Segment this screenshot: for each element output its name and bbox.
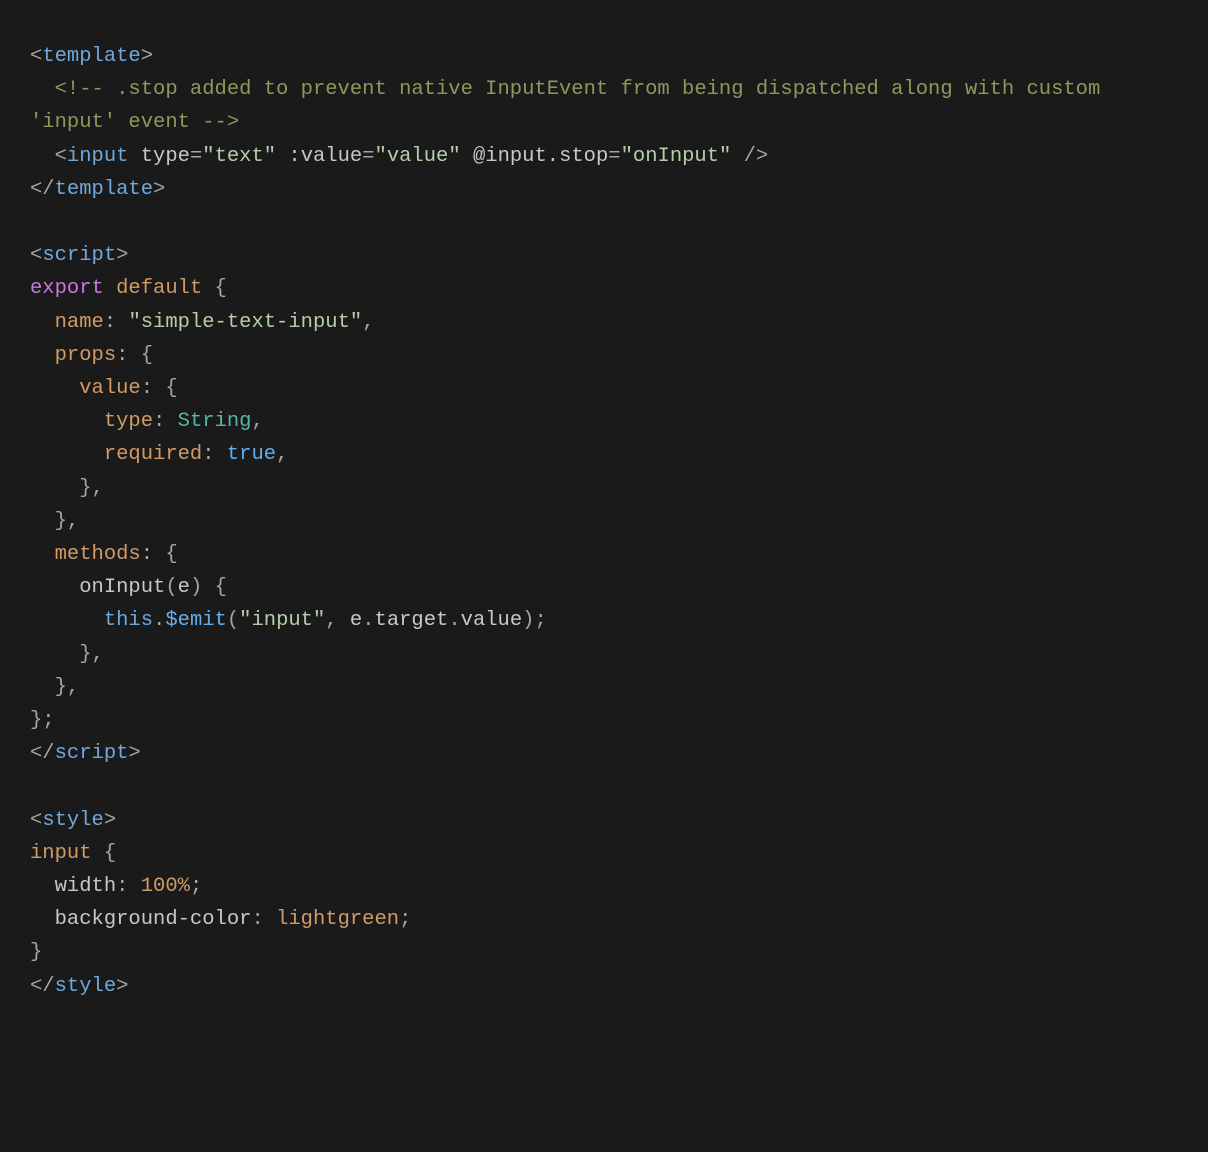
- angle-open-close: </: [30, 742, 55, 765]
- dot: .: [362, 609, 374, 632]
- brace-close: }: [30, 941, 42, 964]
- angle-open: <: [30, 45, 42, 68]
- brace-open: {: [92, 842, 117, 865]
- angle-close: >: [128, 742, 140, 765]
- code-content: <template> <!-- .stop added to prevent n…: [30, 40, 1178, 1003]
- paren-open: (: [227, 609, 239, 632]
- attr-input-stop: @input.stop: [473, 145, 608, 168]
- angle-close: >: [116, 244, 128, 267]
- dot: .: [153, 609, 165, 632]
- space: [128, 145, 140, 168]
- str-text: "text": [202, 145, 276, 168]
- key-props: props: [55, 344, 117, 367]
- colon-brace: : {: [141, 377, 178, 400]
- kw-this: this: [104, 609, 153, 632]
- comma-space: ,: [325, 609, 350, 632]
- attr-type: type: [141, 145, 190, 168]
- brace-close: },: [79, 477, 104, 500]
- angle-open-close: </: [30, 975, 55, 998]
- brace-open: {: [202, 277, 227, 300]
- angle-open-close: </: [30, 178, 55, 201]
- brace-close: },: [79, 643, 104, 666]
- css-selector-input: input: [30, 842, 92, 865]
- html-comment: <!-- .stop added to prevent native Input…: [30, 78, 1113, 134]
- str-component-name: "simple-text-input": [128, 311, 362, 334]
- colon: :: [202, 443, 227, 466]
- comma: ,: [362, 311, 374, 334]
- space: [276, 145, 288, 168]
- comma: ,: [276, 443, 288, 466]
- prop-value: value: [461, 609, 523, 632]
- tag-template: template: [55, 178, 153, 201]
- paren-open: (: [165, 576, 177, 599]
- tag-input: input: [67, 145, 129, 168]
- css-prop-bgcolor: background-color: [55, 908, 252, 931]
- tag-style: style: [42, 809, 104, 832]
- angle-close: >: [116, 975, 128, 998]
- bool-true: true: [227, 443, 276, 466]
- self-close: />: [731, 145, 768, 168]
- brace-close-semi: };: [30, 709, 55, 732]
- equals: =: [190, 145, 202, 168]
- css-val-lightgreen: lightgreen: [276, 908, 399, 931]
- tag-style: style: [55, 975, 117, 998]
- fn-emit: $emit: [165, 609, 227, 632]
- attr-value-bind: :value: [288, 145, 362, 168]
- colon: :: [153, 410, 178, 433]
- semi: ;: [399, 908, 411, 931]
- equals: =: [362, 145, 374, 168]
- colon: :: [104, 311, 129, 334]
- angle-open: <: [55, 145, 67, 168]
- paren-close-brace: ) {: [190, 576, 227, 599]
- tag-template: template: [42, 45, 140, 68]
- space: [104, 277, 116, 300]
- colon-brace: : {: [116, 344, 153, 367]
- brace-close: },: [55, 676, 80, 699]
- space: [461, 145, 473, 168]
- angle-open: <: [30, 244, 42, 267]
- paren-close-semi: );: [522, 609, 547, 632]
- equals: =: [608, 145, 620, 168]
- dot: .: [448, 609, 460, 632]
- prop-target: target: [375, 609, 449, 632]
- key-value: value: [79, 377, 141, 400]
- kw-export: export: [30, 277, 104, 300]
- fn-oninput: onInput: [79, 576, 165, 599]
- colon-brace: : {: [141, 543, 178, 566]
- tag-script: script: [42, 244, 116, 267]
- css-val-100pct: 100%: [141, 875, 190, 898]
- str-oninput: "onInput": [621, 145, 732, 168]
- kw-default: default: [116, 277, 202, 300]
- key-name: name: [55, 311, 104, 334]
- colon: :: [251, 908, 276, 931]
- angle-open: <: [30, 809, 42, 832]
- angle-close: >: [104, 809, 116, 832]
- var-e: e: [350, 609, 362, 632]
- code-block: <template> <!-- .stop added to prevent n…: [0, 0, 1208, 1152]
- str-value: "value": [375, 145, 461, 168]
- key-type: type: [104, 410, 153, 433]
- comma: ,: [251, 410, 263, 433]
- brace-close: },: [55, 510, 80, 533]
- semi: ;: [190, 875, 202, 898]
- angle-close: >: [141, 45, 153, 68]
- type-string: String: [178, 410, 252, 433]
- key-methods: methods: [55, 543, 141, 566]
- key-required: required: [104, 443, 202, 466]
- str-input: "input": [239, 609, 325, 632]
- colon: :: [116, 875, 141, 898]
- tag-script: script: [55, 742, 129, 765]
- css-prop-width: width: [55, 875, 117, 898]
- angle-close: >: [153, 178, 165, 201]
- param-e: e: [178, 576, 190, 599]
